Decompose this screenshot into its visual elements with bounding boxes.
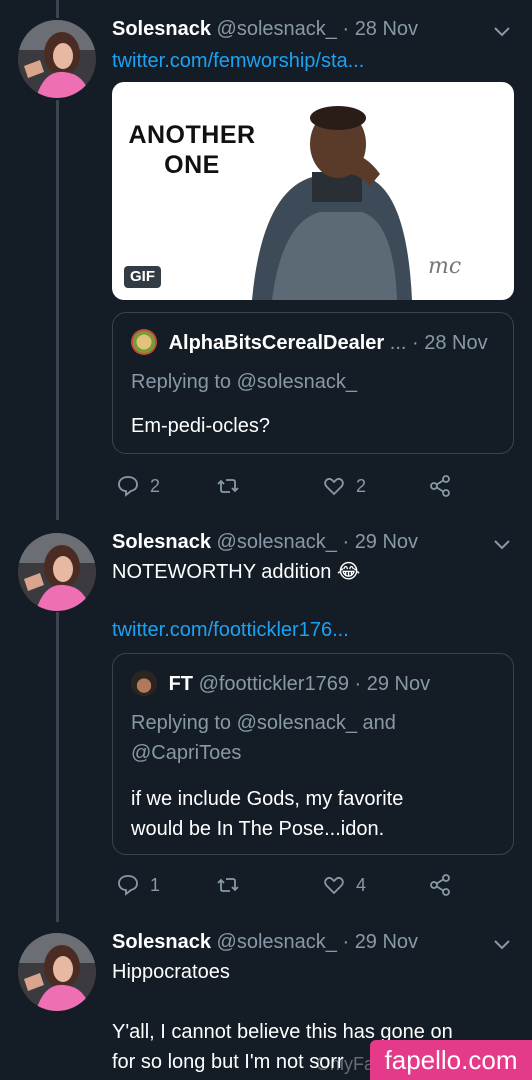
separator-dot: · <box>342 531 350 553</box>
retweet-icon <box>217 878 239 892</box>
faint-watermark: OnlyFa <box>316 1054 375 1074</box>
reply-count: 2 <box>150 475 161 496</box>
display-name[interactable]: Solesnack <box>112 18 211 40</box>
reply-icon <box>118 476 138 497</box>
user-handle[interactable]: @solesnack_ <box>217 931 337 953</box>
retweet-button[interactable] <box>216 472 240 500</box>
quoted-tweet-header: AlphaBitsCerealDealer ... · 28 Nov <box>131 329 488 357</box>
quoted-avatar <box>131 329 157 355</box>
quoted-handle: @foottickler1769 <box>198 673 349 695</box>
quoted-text-line: if we include Gods, my favorite <box>131 788 404 810</box>
chevron-down-icon[interactable] <box>492 535 512 555</box>
share-icon <box>430 475 450 497</box>
quoted-tweet[interactable]: AlphaBitsCerealDealer ... · 28 Nov Reply… <box>112 312 514 454</box>
separator-dot: · <box>342 18 350 40</box>
tweet-link[interactable]: twitter.com/foottickler176... <box>112 615 349 645</box>
chevron-down-icon[interactable] <box>492 935 512 955</box>
gif-badge: GIF <box>124 266 161 288</box>
tweet-actions: 2 2 <box>112 472 512 500</box>
reply-icon <box>118 875 138 896</box>
quoted-text-line: would be In The Pose...idon. <box>131 818 385 840</box>
chevron-down-icon[interactable] <box>492 22 512 42</box>
reply-button[interactable]: 2 <box>116 472 160 500</box>
avatar[interactable] <box>18 933 96 1011</box>
quoted-text: Em-pedi-ocles? <box>131 415 270 437</box>
gif-media[interactable]: ANOTHER ONE GIF mc <box>112 82 514 300</box>
reply-count: 1 <box>150 874 161 895</box>
share-icon <box>430 874 450 896</box>
user-handle[interactable]: @solesnack_ <box>217 531 337 553</box>
tweet-date[interactable]: 29 Nov <box>355 931 418 953</box>
avatar-image <box>18 933 96 1011</box>
tweet-date[interactable]: 28 Nov <box>355 18 418 40</box>
heart-icon <box>324 876 344 895</box>
like-button[interactable]: 4 <box>322 871 366 899</box>
share-button[interactable] <box>428 472 452 500</box>
replying-to: Replying to @solesnack_ and @CapriToes <box>131 708 396 768</box>
user-handle[interactable]: @solesnack_ <box>217 18 337 40</box>
replying-to-line: Replying to @solesnack_ and <box>131 712 396 734</box>
quoted-display-name[interactable]: FT <box>169 673 193 695</box>
avatar[interactable] <box>18 20 96 98</box>
tweet-link[interactable]: twitter.com/femworship/sta... <box>112 46 364 76</box>
separator-dot: · <box>354 673 362 695</box>
tweet-date[interactable]: 29 Nov <box>355 531 418 553</box>
tweet-actions: 1 4 <box>112 871 512 899</box>
avatar-image <box>18 533 96 611</box>
reply-button[interactable]: 1 <box>116 871 160 899</box>
quoted-avatar <box>131 670 157 696</box>
gif-signature-logo: mc <box>428 254 462 279</box>
separator-dot: · <box>342 931 350 953</box>
tweet-header: Solesnack @solesnack_ · 29 Nov <box>112 927 512 957</box>
tweet[interactable]: Solesnack @solesnack_ · 29 Nov NOTEWORTH… <box>0 527 532 907</box>
replying-to-line: @CapriToes <box>131 742 242 764</box>
like-count: 4 <box>356 874 367 895</box>
quoted-display-name[interactable]: AlphaBitsCerealDealer <box>169 332 385 354</box>
avatar[interactable] <box>18 533 96 611</box>
tweet-text-line: Hippocratoes <box>112 961 230 983</box>
quoted-date: 29 Nov <box>366 673 431 695</box>
share-button[interactable] <box>428 871 452 899</box>
quoted-text: if we include Gods, my favorite would be… <box>131 784 403 844</box>
like-count: 2 <box>356 475 367 496</box>
separator-dot: · <box>412 332 419 354</box>
quoted-ellipsis: ... <box>389 332 407 354</box>
site-watermark: fapello.com <box>370 1040 532 1080</box>
tweet-text: NOTEWORTHY addition 😂 <box>112 561 361 583</box>
tweet-header: Solesnack @solesnack_ · 28 Nov <box>112 14 512 44</box>
avatar-image <box>18 20 96 98</box>
heart-icon <box>324 477 344 496</box>
retweet-icon <box>217 479 239 493</box>
replying-to: Replying to @solesnack_ <box>131 371 357 393</box>
quoted-tweet-header: FT @foottickler1769 · 29 Nov <box>131 670 430 698</box>
display-name[interactable]: Solesnack <box>112 531 211 553</box>
like-button[interactable]: 2 <box>322 472 366 500</box>
tweet-header: Solesnack @solesnack_ · 29 Nov <box>112 527 512 557</box>
quoted-date: 28 Nov <box>424 332 488 354</box>
display-name[interactable]: Solesnack <box>112 931 211 953</box>
quoted-tweet[interactable]: FT @foottickler1769 · 29 Nov Replying to… <box>112 653 514 855</box>
tweet[interactable]: Solesnack @solesnack_ · 28 Nov twitter.c… <box>0 14 532 514</box>
retweet-button[interactable] <box>216 871 240 899</box>
